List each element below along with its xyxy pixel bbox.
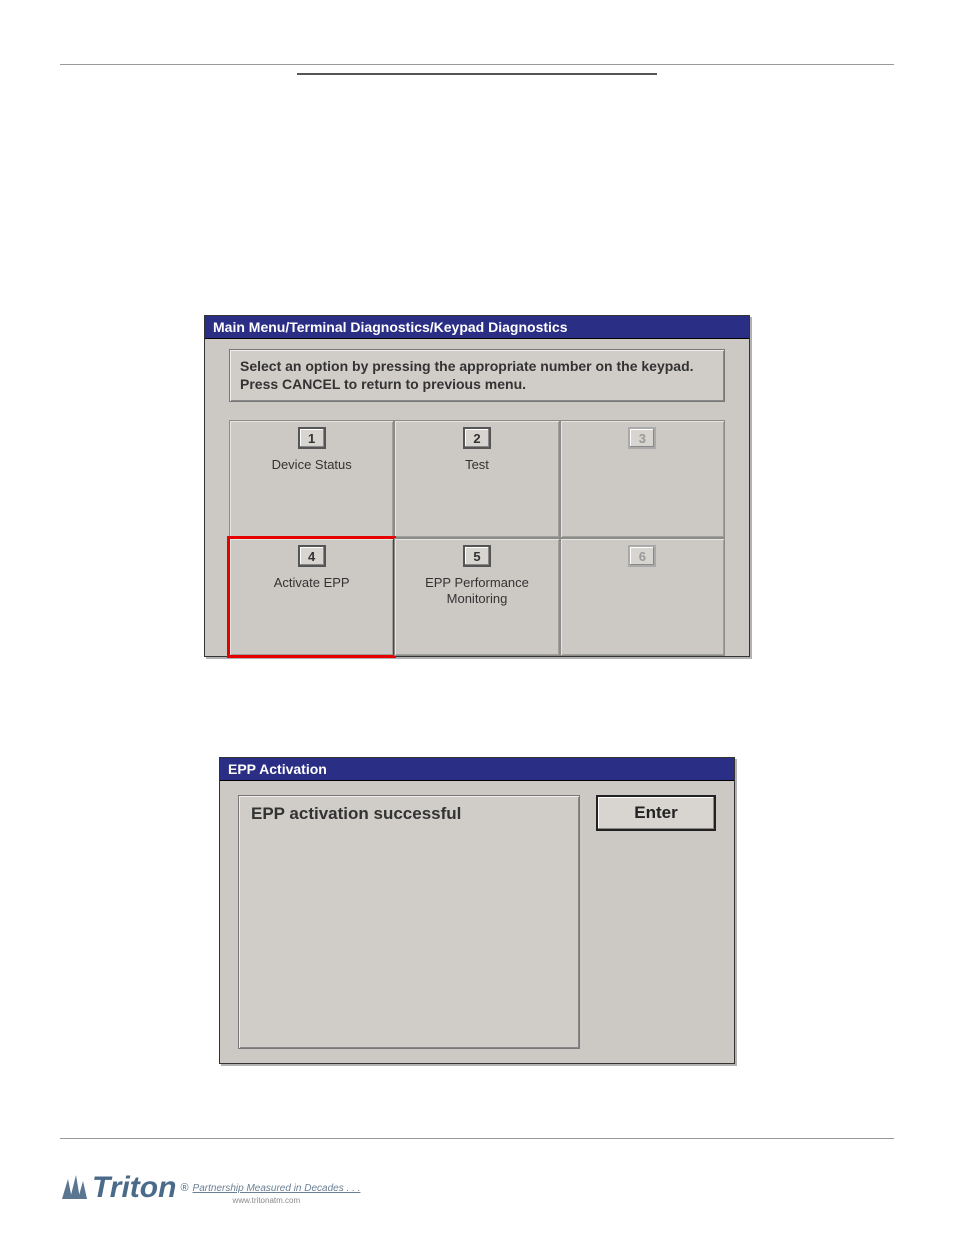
triton-logo-icon xyxy=(60,1173,88,1203)
epp-activation-window: EPP Activation EPP activation successful… xyxy=(219,757,735,1064)
number-box-1: 1 xyxy=(298,427,326,449)
number-box-5: 5 xyxy=(463,545,491,567)
menu-option-3: 3 xyxy=(560,420,725,538)
menu-option-5[interactable]: 5 EPP Performance Monitoring xyxy=(394,538,559,656)
top-divider xyxy=(60,64,894,65)
keypad-diagnostics-window: Main Menu/Terminal Diagnostics/Keypad Di… xyxy=(204,315,750,657)
option-label: Device Status xyxy=(268,457,356,473)
option-label: Test xyxy=(461,457,493,473)
document-page: Main Menu/Terminal Diagnostics/Keypad Di… xyxy=(0,0,954,1064)
footer-divider xyxy=(60,1138,894,1139)
menu-grid: 1 Device Status 2 Test 3 4 Activate EPP … xyxy=(229,420,725,656)
option-label: Activate EPP xyxy=(270,575,354,591)
triton-logo: Triton ® xyxy=(60,1171,189,1205)
tagline-text: Partnership Measured in Decades . . . xyxy=(193,1183,361,1194)
instruction-text: Select an option by pressing the appropr… xyxy=(229,349,725,402)
window-title: EPP Activation xyxy=(220,758,734,781)
footer-url: www.tritonatm.com xyxy=(233,1196,361,1205)
footer-logo-area: Triton ® Partnership Measured in Decades… xyxy=(60,1171,360,1205)
number-box-2: 2 xyxy=(463,427,491,449)
brand-name: Triton xyxy=(92,1171,176,1205)
window-body: Select an option by pressing the appropr… xyxy=(205,339,749,656)
activation-result-text: EPP activation successful xyxy=(238,795,580,1049)
menu-option-4-activate-epp[interactable]: 4 Activate EPP xyxy=(229,538,394,656)
menu-option-1[interactable]: 1 Device Status xyxy=(229,420,394,538)
option-label: EPP Performance Monitoring xyxy=(395,575,558,606)
menu-option-2[interactable]: 2 Test xyxy=(394,420,559,538)
number-box-4: 4 xyxy=(298,545,326,567)
section-title-underline xyxy=(297,73,657,75)
footer-tagline-column: Partnership Measured in Decades . . . ww… xyxy=(189,1183,361,1205)
number-box-6: 6 xyxy=(628,545,656,567)
menu-option-6: 6 xyxy=(560,538,725,656)
number-box-3: 3 xyxy=(628,427,656,449)
enter-button[interactable]: Enter xyxy=(596,795,716,831)
registered-mark: ® xyxy=(180,1182,188,1194)
window-body: EPP activation successful Enter xyxy=(220,781,734,1063)
window-title: Main Menu/Terminal Diagnostics/Keypad Di… xyxy=(205,316,749,339)
